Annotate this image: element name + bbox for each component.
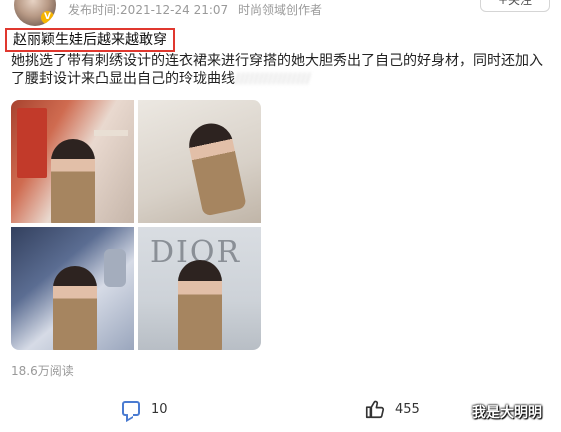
author-avatar[interactable]: V [14, 0, 56, 26]
gallery-photo-3[interactable] [11, 227, 134, 350]
follow-button[interactable]: +关注 [480, 0, 550, 12]
author-type: 时尚领域创作者 [238, 3, 323, 17]
highlighted-title: 赵丽颖生娃后越来越敢穿 [5, 28, 175, 52]
read-count: 18.6万阅读 [11, 364, 74, 378]
red-poster [17, 108, 47, 178]
blurred-text: //////////////// [235, 71, 311, 87]
gallery-photo-1[interactable] [11, 100, 134, 223]
gallery-photo-2[interactable] [138, 100, 261, 223]
woman-figure [185, 119, 247, 217]
post-body: 她挑选了带有刺绣设计的连衣裙来进行穿搭的她大胆秀出了自己的好身材，同时还加入了腰… [11, 52, 551, 88]
post-meta: 发布时间:2021-12-24 21:07 时尚领域创作者 [68, 1, 328, 18]
shelf [94, 130, 128, 136]
post-title: 赵丽颖生娃后越来越敢穿 [13, 32, 167, 48]
photo-gallery: DIOR [11, 100, 261, 350]
publish-time: 发布时间:2021-12-24 21:07 [68, 3, 229, 17]
verified-badge-icon: V [41, 11, 54, 24]
comment-count[interactable]: 10 [151, 402, 168, 417]
like-count[interactable]: 455 [395, 402, 420, 417]
display-cans [104, 249, 126, 287]
watermark: 我是大明明 [472, 405, 542, 421]
woman-figure [53, 266, 97, 350]
woman-figure [178, 260, 222, 350]
thumbs-up-icon[interactable] [364, 398, 386, 420]
comment-icon[interactable] [122, 401, 140, 416]
woman-figure [51, 139, 95, 223]
gallery-photo-4[interactable]: DIOR [138, 227, 261, 350]
